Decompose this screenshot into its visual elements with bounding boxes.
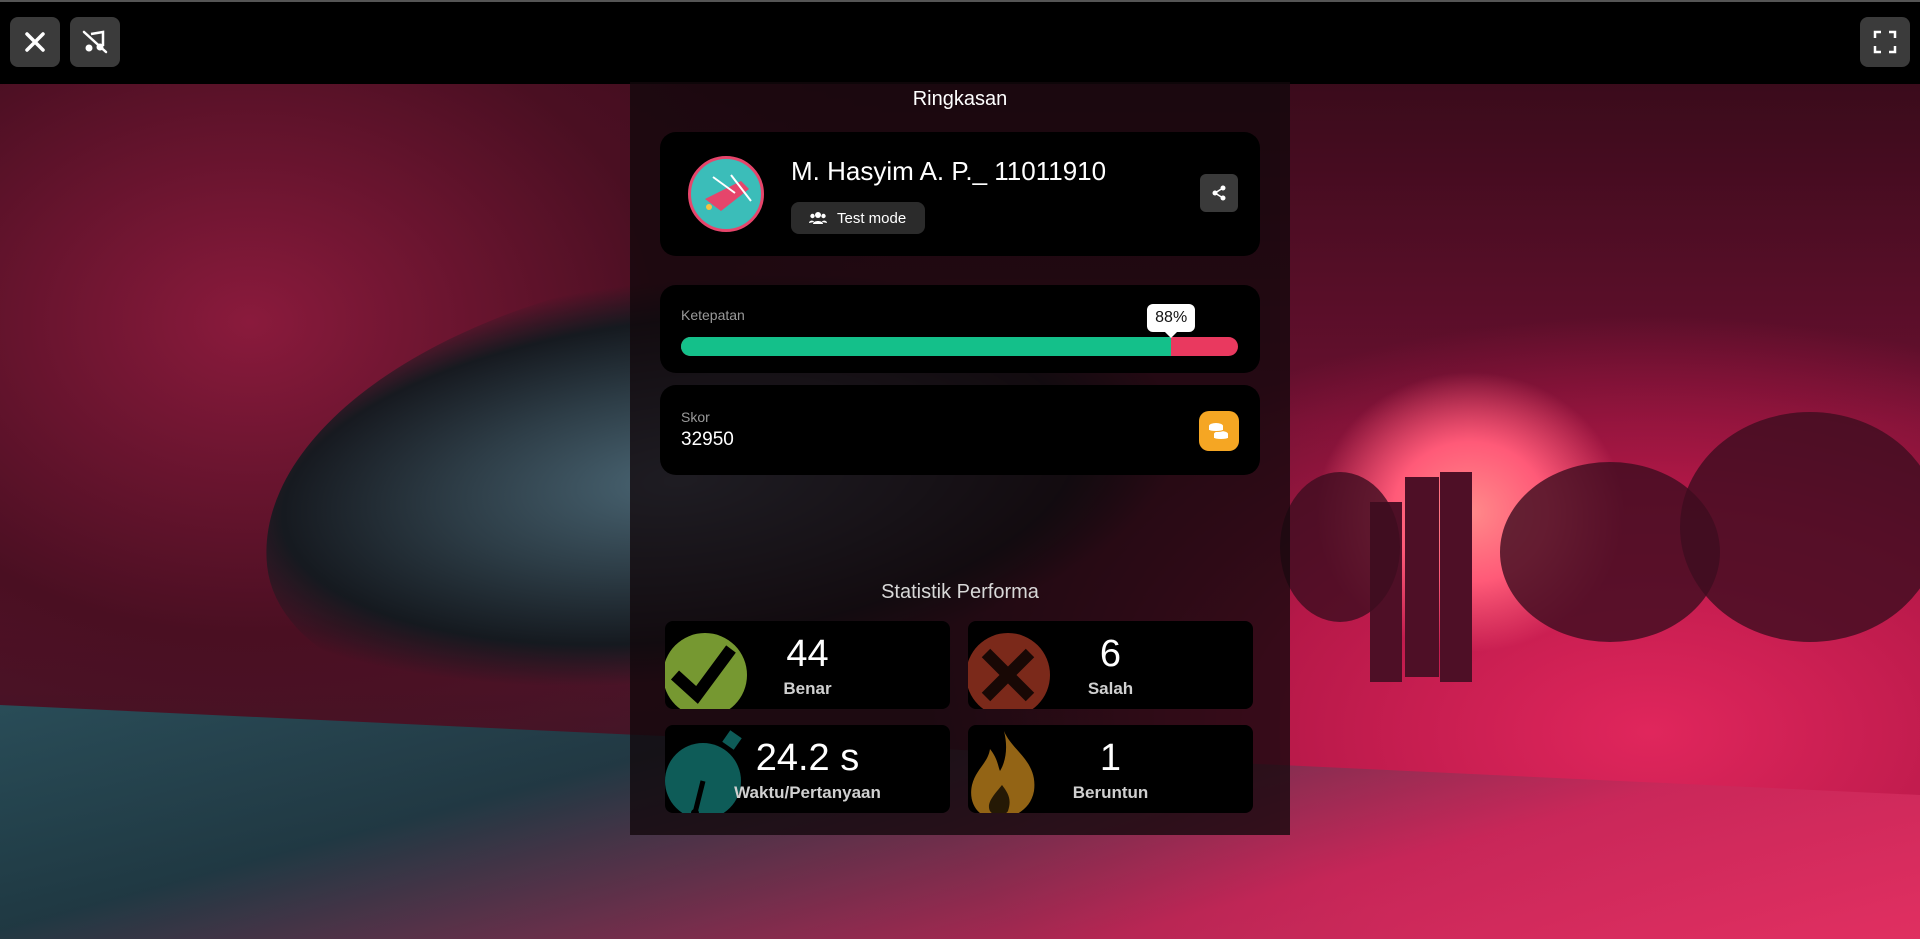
music-off-icon	[82, 30, 108, 54]
stat-streak-label: Beruntun	[1072, 783, 1149, 802]
stat-correct-label: Benar	[783, 679, 832, 698]
city-building	[1405, 477, 1439, 677]
close-button[interactable]	[10, 17, 60, 67]
stat-time-per-question: 24.2 s Waktu/Pertanyaan	[665, 725, 950, 813]
coins-button[interactable]	[1199, 411, 1239, 451]
stat-correct-value: 44	[786, 633, 829, 675]
stat-streak-value: 1	[1099, 737, 1122, 779]
accuracy-bar	[681, 337, 1238, 356]
score-label: Skor	[681, 409, 710, 425]
accuracy-card: Ketepatan 88%	[660, 285, 1260, 373]
test-mode-badge[interactable]: Test mode	[791, 202, 926, 234]
coins-icon	[1208, 423, 1229, 440]
avatar	[688, 156, 764, 232]
stat-incorrect: 6 Salah	[968, 621, 1253, 709]
stat-correct: 44 Benar	[665, 621, 950, 709]
stats-title: Statistik Performa	[881, 581, 1039, 603]
stat-time-value: 24.2 s	[755, 737, 860, 779]
summary-panel: Ringkasan M. Hasyim A. P._ 11011910 Test…	[630, 82, 1290, 835]
accuracy-bar-fill	[681, 337, 1172, 356]
city-building	[1440, 472, 1472, 682]
palm-tree	[1680, 412, 1920, 642]
palm-tree	[1280, 472, 1400, 622]
share-icon	[1212, 185, 1226, 201]
accuracy-label: Ketepatan	[681, 307, 745, 323]
top-bar	[0, 0, 1920, 84]
panel-title: Ringkasan	[912, 88, 1008, 110]
stat-incorrect-value: 6	[1099, 633, 1122, 675]
score-value: 32950	[681, 429, 734, 450]
users-icon	[809, 212, 827, 224]
share-button[interactable]	[1200, 174, 1238, 212]
profile-card: M. Hasyim A. P._ 11011910 Test mode	[660, 132, 1260, 256]
stat-streak: 1 Beruntun	[968, 725, 1253, 813]
fullscreen-icon	[1873, 30, 1897, 54]
mode-label: Test mode	[837, 209, 907, 227]
accuracy-tooltip: 88%	[1147, 304, 1196, 338]
stat-incorrect-label: Salah	[1087, 679, 1134, 698]
fullscreen-button[interactable]	[1860, 17, 1910, 67]
music-off-button[interactable]	[70, 17, 120, 67]
score-card: Skor 32950	[660, 385, 1260, 475]
stat-time-label: Waktu/Pertanyaan	[734, 783, 881, 802]
close-icon	[25, 32, 45, 52]
player-name: M. Hasyim A. P._ 11011910	[791, 156, 1107, 186]
